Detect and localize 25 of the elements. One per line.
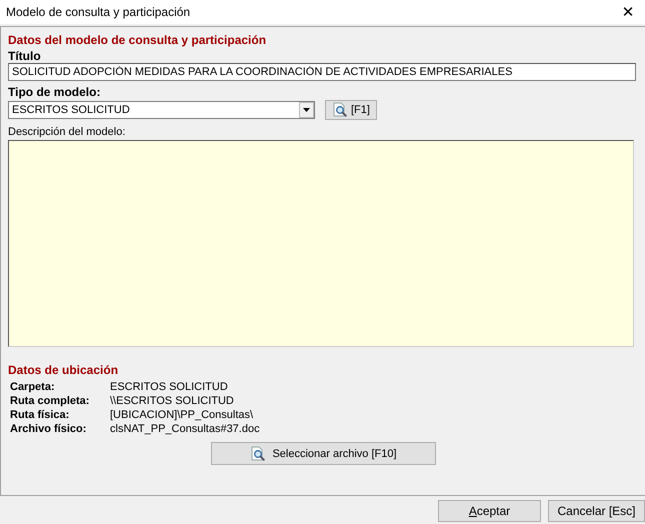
info-value: \\ESCRITOS SOLICITUD — [110, 395, 235, 407]
info-value: ESCRITOS SOLICITUD — [110, 381, 229, 393]
cancel-button[interactable]: Cancelar [Esc] — [548, 500, 645, 522]
field-label: Título — [8, 49, 42, 63]
select-file-button[interactable]: Seleccionar archivo [F10] — [211, 442, 436, 465]
window-title: Modelo de consulta y participación — [6, 5, 190, 19]
field-label: Descripción del modelo: — [8, 126, 126, 138]
info-value: [UBICACION]\PP_Consultas\ — [110, 409, 254, 421]
caret-icon — [303, 108, 310, 112]
field-label: Tipo de modelo: — [8, 85, 102, 99]
info-label: Archivo físico: — [10, 423, 88, 435]
section-heading: Datos del modelo de consulta y participación — [8, 33, 268, 47]
info-label: Carpeta: — [10, 381, 56, 393]
close-button[interactable]: ✕ — [611, 0, 645, 24]
search-icon — [332, 102, 348, 118]
section-heading: Datos de ubicación — [8, 363, 120, 377]
info-value: clsNAT_PP_Consultas#37.doc — [110, 423, 261, 435]
description-field[interactable] — [8, 140, 634, 347]
accept-button[interactable]: Aceptar — [438, 500, 541, 522]
info-label: Ruta física: — [10, 409, 70, 421]
dropdown-button[interactable] — [299, 102, 314, 118]
search-icon — [250, 446, 266, 462]
info-label: Ruta completa: — [10, 395, 90, 407]
model-type-dropdown[interactable]: ESCRITOS SOLICITUD — [8, 101, 315, 119]
lookup-button[interactable]: [F1] — [325, 100, 377, 120]
